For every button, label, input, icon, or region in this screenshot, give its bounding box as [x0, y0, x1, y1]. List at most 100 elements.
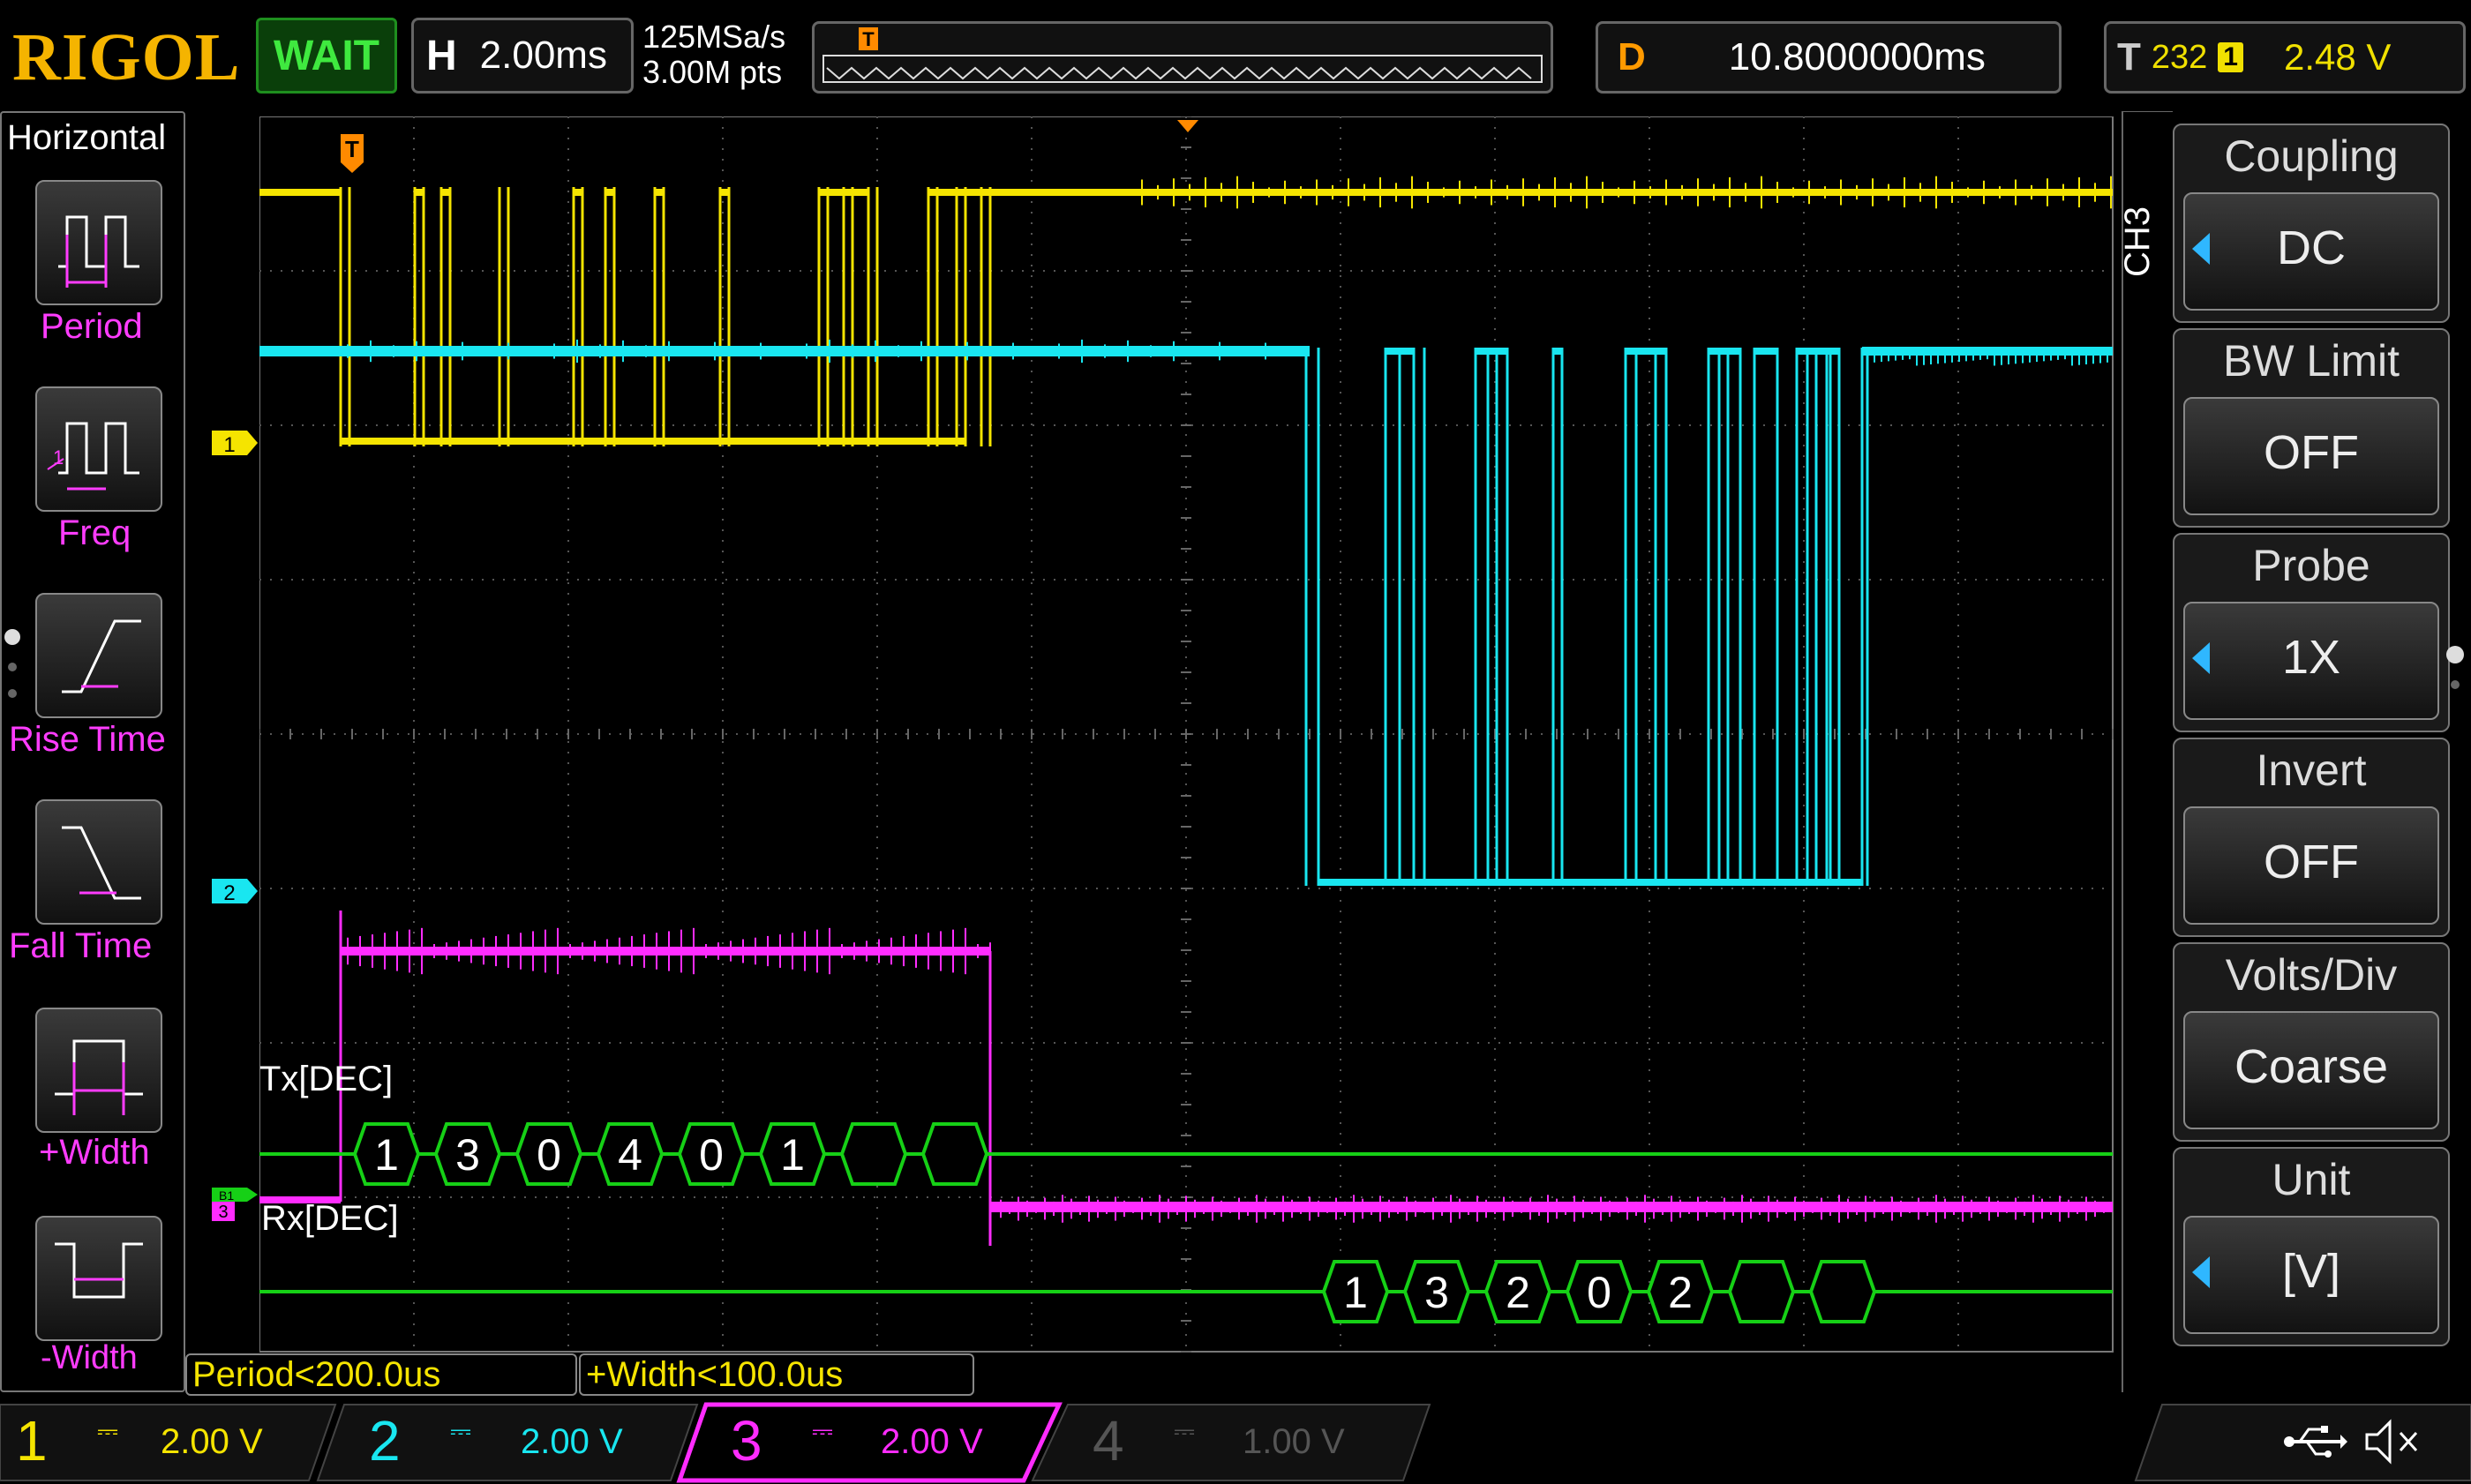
period-icon — [58, 215, 139, 288]
ch4-number: 4 — [1093, 1409, 1124, 1473]
probe-title: Probe — [2252, 541, 2370, 590]
right-page-dots — [2446, 646, 2464, 689]
ch1-number: 1 — [16, 1409, 48, 1473]
bw-limit-value: OFF — [2264, 426, 2359, 479]
rise-time-label: Rise Time — [9, 720, 166, 759]
left-menu-title: Horizontal — [7, 118, 167, 157]
ch3-offset-marker[interactable]: 3 — [212, 1202, 235, 1222]
coupling-value: DC — [2277, 221, 2346, 274]
coupling-menu[interactable]: Coupling DC — [2173, 124, 2450, 323]
coupling-title: Coupling — [2224, 131, 2399, 181]
sample-rate: 125MSa/s — [642, 19, 786, 55]
delay-value: 10.8000000ms — [1728, 35, 1986, 79]
waveform-display[interactable]: 1 3 0 4 0 1 1 3 2 0 2 T Tx[DEC] Rx[DEC] — [259, 116, 2114, 1353]
invert-button[interactable]: OFF — [2183, 806, 2439, 925]
ch2-offset-marker[interactable]: 2 — [212, 879, 258, 905]
svg-text:2: 2 — [1668, 1268, 1693, 1317]
invert-menu[interactable]: Invert OFF — [2173, 738, 2450, 937]
timebase-key: H — [426, 32, 457, 79]
positive-width-icon — [55, 1039, 143, 1115]
memory-position-bar[interactable]: T — [812, 21, 1553, 94]
trigger-box[interactable]: T 232 1 2.48 V — [2104, 21, 2466, 94]
page-dots — [4, 629, 20, 698]
dc-coupling-icon: ⎓ — [812, 1417, 833, 1446]
delay-key: D — [1618, 35, 1646, 79]
negative-width-label: -Width — [41, 1339, 138, 1376]
ch2-scale: 2.00 V — [521, 1422, 623, 1461]
volts-div-menu[interactable]: Volts/Div Coarse — [2173, 942, 2450, 1142]
usb-icon[interactable] — [2282, 1422, 2347, 1461]
freq-button[interactable]: 1 — [35, 386, 162, 512]
trigger-count: 232 — [2151, 38, 2208, 76]
svg-text:1: 1 — [374, 1130, 399, 1180]
invert-title: Invert — [2256, 746, 2367, 795]
menu-channel-label: CH3 — [2118, 206, 2157, 277]
fall-time-label: Fall Time — [9, 926, 153, 965]
ch3-scale: 2.00 V — [881, 1422, 983, 1461]
timebase-value: 2.00ms — [479, 34, 607, 77]
svg-text:4: 4 — [618, 1130, 642, 1180]
acquisition-info: 125MSa/s 3.00M pts — [642, 19, 785, 90]
svg-text:3: 3 — [1424, 1268, 1449, 1317]
unit-menu[interactable]: Unit [V] — [2173, 1147, 2450, 1346]
memory-depth: 3.00M pts — [642, 54, 783, 90]
trigger-position-marker: T — [859, 27, 878, 50]
channel-offset-markers[interactable]: 1 2 B1 3 — [208, 423, 261, 1306]
dc-coupling-icon: ⎓ — [97, 1417, 118, 1446]
delay-box[interactable]: D 10.8000000ms — [1596, 21, 2062, 94]
svg-text:0: 0 — [537, 1130, 561, 1180]
bw-limit-menu[interactable]: BW Limit OFF — [2173, 328, 2450, 528]
coupling-button[interactable]: DC — [2183, 192, 2439, 311]
ch4-tab[interactable]: 4 ⎓ 1.00 V — [1085, 1399, 1403, 1484]
period-button[interactable] — [35, 180, 162, 305]
svg-text:2: 2 — [223, 881, 235, 905]
fall-time-button[interactable] — [35, 799, 162, 925]
volts-div-value: Coarse — [2234, 1040, 2389, 1093]
width-measurement: +Width<100.0us — [579, 1353, 974, 1396]
period-label: Period — [41, 307, 143, 346]
ch4-scale: 1.00 V — [1243, 1422, 1345, 1461]
probe-value: 1X — [2281, 631, 2341, 684]
ch1-offset-marker[interactable]: 1 — [212, 431, 258, 457]
ch3-tab[interactable]: 3 ⎓ 2.00 V — [724, 1399, 1041, 1484]
svg-text:2: 2 — [1506, 1268, 1530, 1317]
invert-value: OFF — [2264, 836, 2359, 888]
freq-label: Freq — [58, 513, 131, 552]
run-status-badge[interactable]: WAIT — [256, 18, 397, 94]
ch2-number: 2 — [369, 1409, 401, 1473]
probe-button[interactable]: 1X — [2183, 602, 2439, 720]
trigger-level: 2.48 V — [2283, 36, 2392, 78]
unit-button[interactable]: [V] — [2183, 1216, 2439, 1334]
trigger-key: T — [2117, 35, 2141, 79]
bw-limit-button[interactable]: OFF — [2183, 397, 2439, 515]
brand-logo: RIGOL — [12, 20, 241, 94]
memory-overview: T — [822, 27, 1543, 83]
unit-value: [V] — [2281, 1245, 2341, 1298]
ch1-tab[interactable]: 1 ⎓ 2.00 V — [9, 1399, 327, 1484]
rise-time-button[interactable] — [35, 593, 162, 718]
period-measurement: Period<200.0us — [185, 1353, 577, 1396]
sound-muted-icon[interactable] — [2362, 1417, 2425, 1466]
svg-text:1: 1 — [223, 433, 235, 457]
freq-icon: 1 — [47, 422, 139, 491]
ch1-scale: 2.00 V — [161, 1422, 263, 1461]
negative-width-button[interactable] — [35, 1216, 162, 1341]
rx-decode-label: Rx[DEC] — [261, 1199, 399, 1238]
timebase-box[interactable]: H 2.00ms — [411, 18, 634, 94]
svg-text:0: 0 — [699, 1130, 724, 1180]
fall-time-icon — [62, 826, 141, 900]
negative-width-icon — [55, 1242, 143, 1299]
dc-coupling-icon: ⎓ — [450, 1417, 471, 1446]
positive-width-button[interactable] — [35, 1008, 162, 1133]
svg-text:3: 3 — [455, 1130, 480, 1180]
bus-marker[interactable]: B1 — [212, 1188, 258, 1203]
volts-div-title: Volts/Div — [2225, 950, 2398, 1000]
svg-text:T: T — [345, 136, 359, 162]
volts-div-button[interactable]: Coarse — [2183, 1011, 2439, 1129]
trigger-source: 1 — [2218, 42, 2243, 72]
rise-time-icon — [62, 619, 141, 693]
ch2-tab[interactable]: 2 ⎓ 2.00 V — [362, 1399, 680, 1484]
probe-menu[interactable]: Probe 1X — [2173, 533, 2450, 732]
unit-title: Unit — [2272, 1155, 2351, 1204]
svg-text:B1: B1 — [219, 1188, 234, 1203]
